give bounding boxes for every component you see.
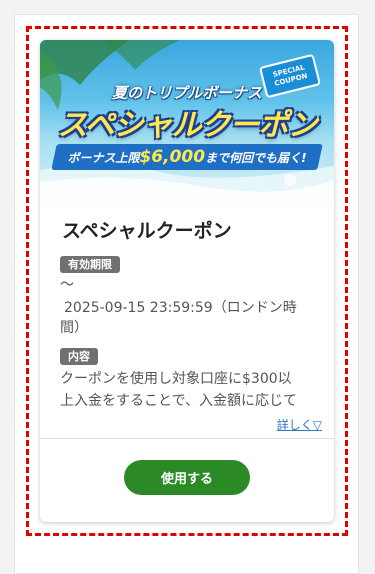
validity-end: 2025-09-15 23:59:59（ロンドン時 — [64, 300, 297, 316]
content-line-1: クーポンを使用し対象口座に$300以 — [60, 371, 292, 387]
banner-tagline-suffix: まで何回でも届く! — [205, 151, 307, 165]
banner-tagline-prefix: ボーナス上限 — [67, 151, 140, 165]
banner-tagline: ボーナス上限$6,000まで何回でも届く! — [54, 144, 320, 170]
content-line-2: 上入金をすることで、入金額に応じて — [60, 393, 298, 409]
banner-tagline-amount: $6,000 — [139, 147, 206, 167]
validity-end-cont: 間） — [60, 320, 88, 336]
banner-title: スペシャルクーポン — [57, 108, 318, 143]
validity-start: 〜 — [60, 277, 74, 293]
validity-badge: 有効期限 — [60, 256, 120, 273]
content-badge: 内容 — [60, 348, 98, 365]
coupon-banner-image: SPECIAL COUPON 夏のトリプルボーナス スペシャルクーポン ボーナス… — [40, 40, 334, 204]
coupon-card: SPECIAL COUPON 夏のトリプルボーナス スペシャルクーポン ボーナス… — [40, 40, 334, 522]
coupon-title: スペシャルクーポン — [62, 220, 232, 242]
use-coupon-button[interactable]: 使用する — [124, 460, 250, 495]
card-divider — [40, 438, 334, 439]
details-link[interactable]: 詳しく▽ — [277, 416, 322, 433]
